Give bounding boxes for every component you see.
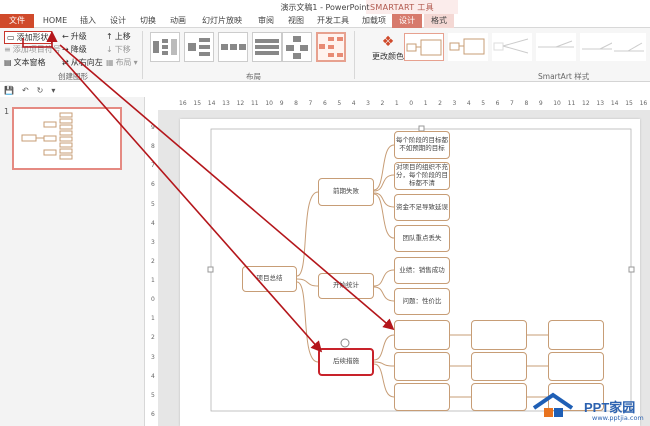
annotation-arrows [22,30,395,353]
watermark-url: www.pptjia.com [592,414,644,422]
pptjia-logo-icon [532,392,574,417]
